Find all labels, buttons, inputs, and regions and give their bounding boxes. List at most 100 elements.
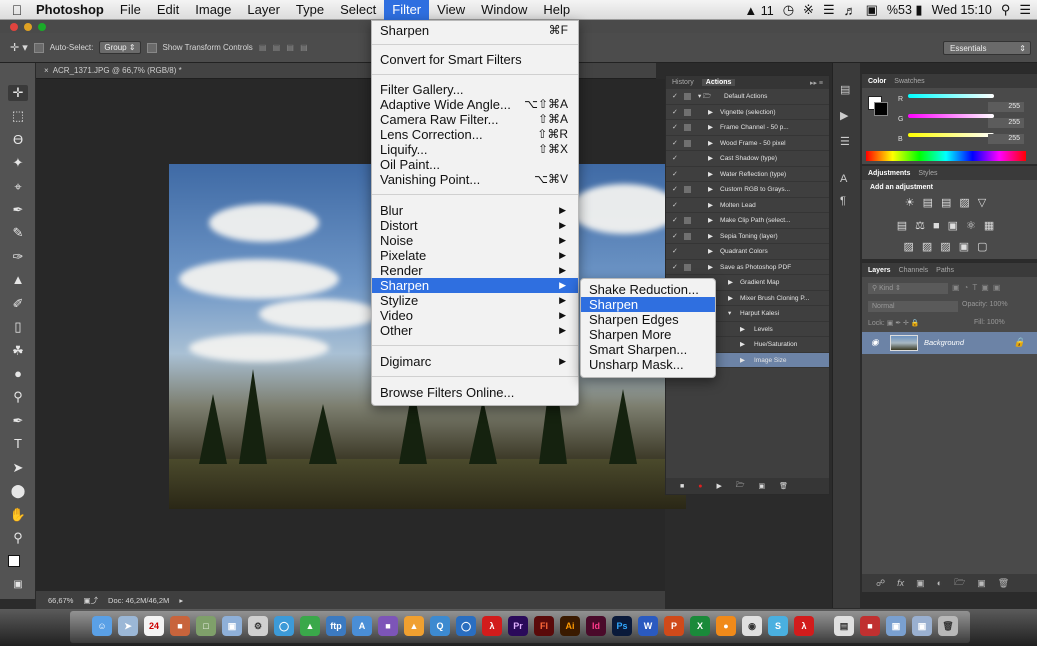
new-adjustment-icon[interactable]: ◐ bbox=[937, 578, 942, 588]
share-icon[interactable]: ▣⤴ bbox=[83, 595, 98, 606]
action-row[interactable]: ✓ ▶ Save as Photoshop PDF bbox=[666, 260, 829, 275]
menu-item-digimarc[interactable]: Digimarc ▶ bbox=[372, 354, 578, 369]
menu-select[interactable]: Select bbox=[332, 0, 384, 20]
check-icon[interactable]: ✓ bbox=[672, 260, 678, 275]
menu-item-distort[interactable]: Distort ▶ bbox=[372, 218, 578, 233]
hand-tool-icon[interactable]: ✋ bbox=[8, 507, 28, 523]
action-row[interactable]: ✓ ▶ Water Reflection (type) bbox=[666, 167, 829, 182]
menu-type[interactable]: Type bbox=[288, 0, 332, 20]
dodge-tool-icon[interactable]: ⚲ bbox=[8, 389, 28, 405]
status-menu-arrow-icon[interactable]: ▸ bbox=[179, 596, 183, 605]
check-icon[interactable]: ✓ bbox=[672, 182, 678, 197]
tab-layers[interactable]: Layers bbox=[868, 267, 891, 274]
expand-arrow-icon[interactable]: ▶ bbox=[708, 213, 713, 228]
tab-paths[interactable]: Paths bbox=[936, 267, 954, 274]
app-store-icon[interactable]: A bbox=[352, 616, 372, 636]
acrobat-reader-icon[interactable]: λ bbox=[794, 616, 814, 636]
check-icon[interactable]: ✓ bbox=[672, 229, 678, 244]
check-icon[interactable]: ✓ bbox=[672, 244, 678, 259]
trash-icon[interactable]: 🗑 bbox=[779, 482, 788, 490]
input-menu-icon[interactable]: ▣ bbox=[866, 2, 878, 18]
expand-arrow-icon[interactable]: ▶ bbox=[708, 244, 713, 259]
red-slider[interactable] bbox=[908, 94, 994, 98]
preview-icon[interactable]: ▣ bbox=[222, 616, 242, 636]
workspace-dropdown[interactable]: Essentials ⇕ bbox=[943, 41, 1031, 55]
expand-arrow-icon[interactable]: ▶ bbox=[708, 198, 713, 213]
firefox-icon[interactable]: ● bbox=[716, 616, 736, 636]
visibility-eye-icon[interactable]: ◉ bbox=[871, 337, 879, 348]
menu-layer[interactable]: Layer bbox=[239, 0, 288, 20]
screenshot-stack-icon[interactable]: ▣ bbox=[886, 616, 906, 636]
eraser-tool-icon[interactable]: ▯ bbox=[8, 319, 28, 335]
move-tool-icon[interactable]: ✛ bbox=[8, 85, 28, 101]
image-capture-icon[interactable]: □ bbox=[196, 616, 216, 636]
excel-icon[interactable]: X bbox=[690, 616, 710, 636]
properties-panel-icon[interactable]: ☰ bbox=[840, 135, 850, 148]
adobe-icon[interactable]: ▲ 11 bbox=[744, 3, 773, 18]
new-group-icon[interactable]: 🗁 bbox=[954, 575, 965, 591]
menu-view[interactable]: View bbox=[429, 0, 473, 20]
blue-slider[interactable] bbox=[908, 133, 994, 137]
green-value[interactable]: 255 bbox=[988, 118, 1024, 128]
zoom-window-button[interactable] bbox=[38, 23, 46, 31]
expand-arrow-icon[interactable]: ▶ bbox=[740, 353, 745, 368]
background-swatch[interactable] bbox=[874, 102, 888, 116]
zoom-tool-icon[interactable]: ⚲ bbox=[8, 530, 28, 546]
tab-styles[interactable]: Styles bbox=[918, 170, 937, 177]
submenu-item-smart-sharpen[interactable]: Smart Sharpen... bbox=[581, 342, 715, 357]
clock[interactable]: Wed 15:10 bbox=[932, 3, 992, 17]
minimize-window-button[interactable] bbox=[24, 23, 32, 31]
stop-icon[interactable]: ■ bbox=[680, 483, 684, 490]
green-slider[interactable] bbox=[908, 114, 994, 118]
check-icon[interactable]: ✓ bbox=[672, 136, 678, 151]
healing-brush-tool-icon[interactable]: ✎ bbox=[8, 225, 28, 241]
check-icon[interactable]: ✓ bbox=[672, 151, 678, 166]
dialog-toggle-icon[interactable] bbox=[684, 217, 691, 224]
panel-menu-icon[interactable]: ▸▸ ≡ bbox=[810, 79, 829, 87]
quick-mask-icon[interactable]: ▣ bbox=[8, 577, 28, 593]
dialog-toggle-icon[interactable] bbox=[684, 232, 691, 240]
lasso-tool-icon[interactable]: ϴ bbox=[8, 132, 28, 148]
wifi-icon[interactable]: ☰ bbox=[823, 2, 835, 18]
fx-icon[interactable]: fx bbox=[897, 578, 904, 588]
action-row[interactable]: ✓ ▶ Custom RGB to Grays... bbox=[666, 182, 829, 198]
expand-arrow-icon[interactable]: ▶ bbox=[708, 105, 713, 120]
align-buttons[interactable]: ▤ ▤ ▤ ▤ bbox=[259, 43, 310, 52]
auto-select-checkbox[interactable] bbox=[33, 42, 44, 53]
action-row[interactable]: ✓ ▶ Sepia Toning (layer) bbox=[666, 229, 829, 244]
submenu-item-sharpen-edges[interactable]: Sharpen Edges bbox=[581, 312, 715, 327]
tab-channels[interactable]: Channels bbox=[899, 267, 929, 274]
menu-help[interactable]: Help bbox=[535, 0, 578, 20]
action-row[interactable]: ✓ ▶ Molten Lead bbox=[666, 198, 829, 213]
adjustment-icons-row-3[interactable]: ▨▨▨▣▢ bbox=[862, 240, 1037, 253]
check-icon[interactable]: ✓ bbox=[672, 105, 678, 120]
expand-arrow-icon[interactable]: ▶ bbox=[728, 291, 733, 306]
system-app-icon[interactable]: ⚙ bbox=[248, 616, 268, 636]
menu-item-vanishing-point[interactable]: Vanishing Point... ⌥⌘V bbox=[372, 172, 578, 187]
time-machine-icon[interactable]: ◷ bbox=[783, 2, 794, 18]
layer-filter-icons[interactable]: ▣◔T▣▣ bbox=[952, 283, 1004, 292]
check-icon[interactable]: ✓ bbox=[672, 120, 678, 135]
menu-item-render[interactable]: Render ▶ bbox=[372, 263, 578, 278]
submenu-item-unsharp-mask[interactable]: Unsharp Mask... bbox=[581, 357, 715, 372]
actions-panel-icon[interactable]: ▶ bbox=[840, 109, 848, 122]
expand-arrow-icon[interactable]: ▶ bbox=[708, 260, 713, 275]
check-icon[interactable]: ✓ bbox=[672, 198, 678, 213]
paragraph-panel-icon[interactable]: ¶ bbox=[840, 195, 846, 207]
expand-arrow-icon[interactable]: ▶ bbox=[708, 136, 713, 151]
expand-arrow-icon[interactable]: ▶ bbox=[708, 151, 713, 166]
browser-icon[interactable]: ◯ bbox=[456, 616, 476, 636]
check-icon[interactable]: ✓ bbox=[672, 89, 678, 104]
blur-tool-icon[interactable]: ● bbox=[8, 366, 28, 382]
flash-icon[interactable]: Fl bbox=[534, 616, 554, 636]
adjustment-icons-row-1[interactable]: ☀▤▤▨▽ bbox=[862, 196, 1037, 209]
menu-item-blur[interactable]: Blur ▶ bbox=[372, 203, 578, 218]
indesign-icon[interactable]: Id bbox=[586, 616, 606, 636]
expand-arrow-icon[interactable]: ▶ bbox=[708, 229, 713, 244]
action-row[interactable]: ✓ ▶ Cast Shadow (type) bbox=[666, 151, 829, 167]
expand-arrow-icon[interactable]: ▶ bbox=[728, 275, 733, 290]
foreground-color-swatch[interactable] bbox=[8, 555, 20, 567]
menu-item-last-filter[interactable]: Sharpen ⌘F bbox=[372, 23, 578, 38]
action-row[interactable]: ✓ ▶ Make Clip Path (select... bbox=[666, 213, 829, 229]
brush-tool-icon[interactable]: ✑ bbox=[8, 249, 28, 265]
